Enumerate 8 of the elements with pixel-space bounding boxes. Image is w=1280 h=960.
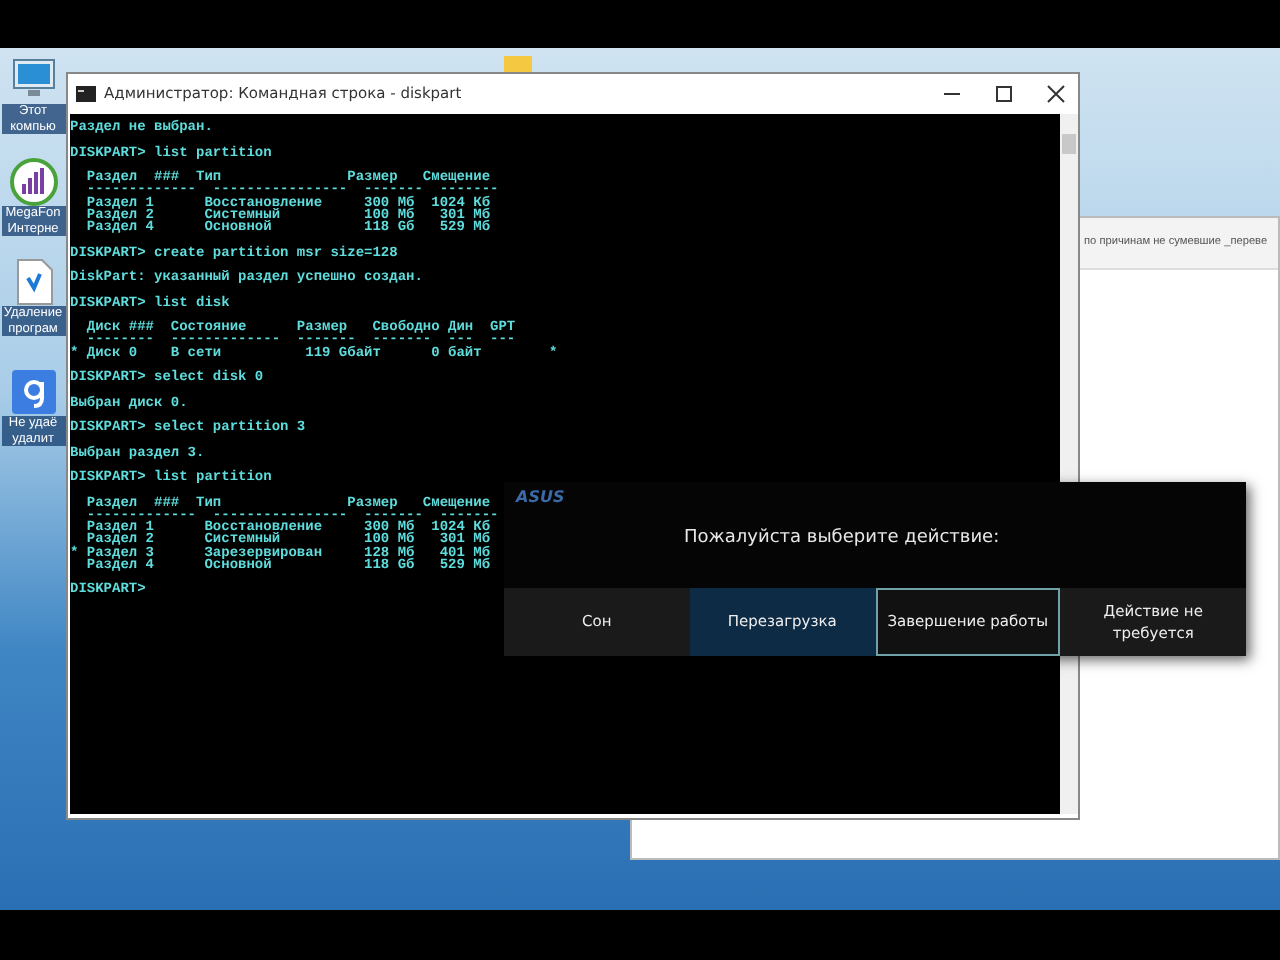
scrollbar-thumb[interactable] xyxy=(1062,134,1076,154)
close-icon[interactable] xyxy=(1046,84,1066,104)
chart-icon[interactable] xyxy=(9,158,57,206)
maximize-icon[interactable] xyxy=(994,84,1014,104)
google-icon[interactable] xyxy=(9,368,57,416)
dialog-prompt: Пожалуйста выберите действие: xyxy=(684,526,1000,552)
console-icon xyxy=(76,86,96,102)
dialog-logo: ASUS xyxy=(513,486,565,506)
